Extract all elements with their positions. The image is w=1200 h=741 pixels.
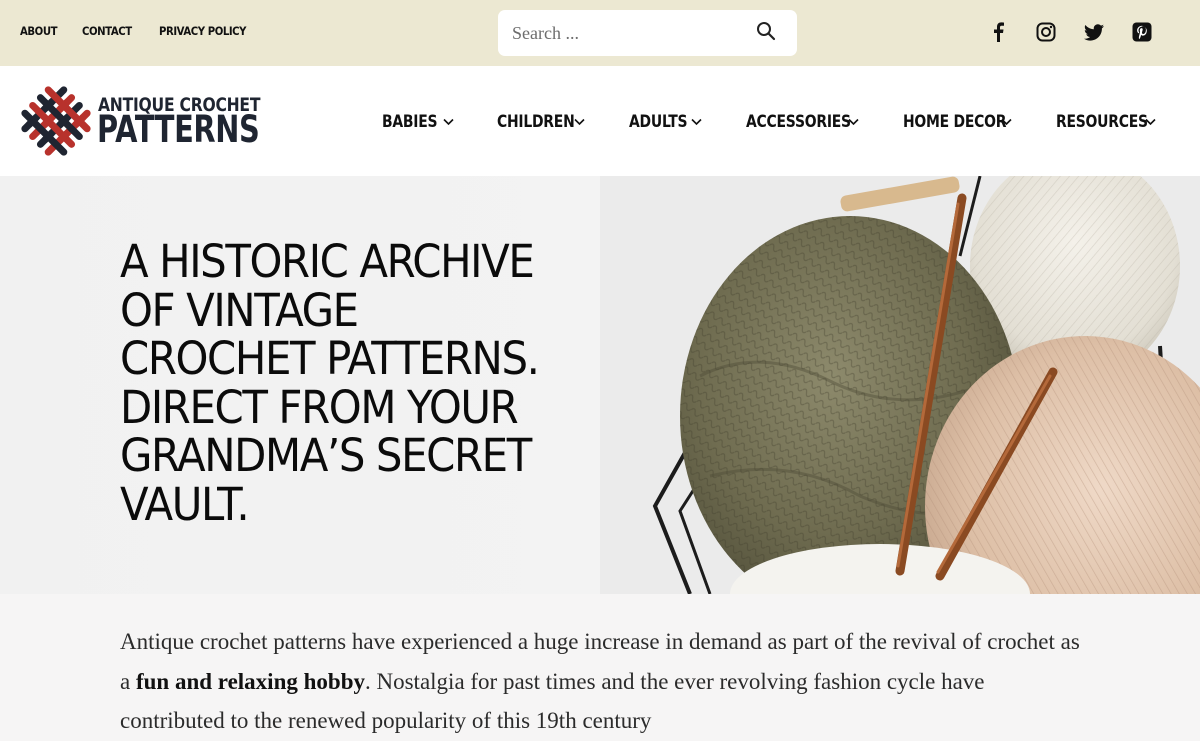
search-input[interactable] [512,20,742,46]
hero-heading-line: GRANDMA’S SECRET [120,429,532,482]
nav-label: ACCESSORIES [746,112,851,132]
search-box [498,10,797,56]
nav-children[interactable]: CHILDREN [497,112,592,132]
nav-resources[interactable]: RESOURCES [1056,112,1168,132]
chevron-down-icon [574,118,585,126]
top-links: ABOUT CONTACT PRIVACY POLICY [20,24,258,38]
chevron-down-icon [848,118,859,126]
chevron-down-icon [1001,118,1012,126]
about-link[interactable]: ABOUT [20,24,58,38]
privacy-policy-link[interactable]: PRIVACY POLICY [159,24,247,38]
nav-label: BABIES [382,112,438,132]
top-bar: ABOUT CONTACT PRIVACY POLICY [0,0,1200,66]
intro-paragraph: Antique crochet patterns have experience… [120,622,1080,741]
nav-home-decor[interactable]: HOME DECOR [903,112,1029,132]
hero-heading-line: CROCHET PATTERNS. [120,332,540,385]
logo-weave-icon [21,86,91,156]
hero-heading-line: VAULT. [120,477,250,531]
instagram-icon[interactable] [1034,20,1058,44]
hero-heading: A HISTORIC ARCHIVE OF VINTAGE CROCHET PA… [120,235,590,531]
nav-label: RESOURCES [1056,112,1148,132]
nav-babies[interactable]: BABIES [382,112,454,132]
site-header: ANTIQUE CROCHET PATTERNS BABIES CHILDREN… [0,66,1200,176]
hero-heading-line: OF VINTAGE [120,283,359,337]
hero-banner: A HISTORIC ARCHIVE OF VINTAGE CROCHET PA… [0,176,1200,594]
chevron-down-icon [443,118,454,126]
nav-label: ADULTS [629,112,688,132]
intro-bold-text: fun and relaxing hobby [135,668,365,694]
hero-heading-line: A HISTORIC ARCHIVE [120,235,535,288]
nav-adults[interactable]: ADULTS [629,112,702,132]
chevron-down-icon [1145,118,1156,126]
nav-label: CHILDREN [497,112,575,132]
facebook-icon[interactable] [986,20,1010,44]
site-logo[interactable]: ANTIQUE CROCHET PATTERNS [18,84,260,158]
hero-heading-line: DIRECT FROM YOUR [120,380,519,434]
logo-title-line2: PATTERNS [97,108,260,151]
nav-accessories[interactable]: ACCESSORIES [746,112,874,132]
chevron-down-icon [691,118,702,126]
nav-label: HOME DECOR [903,112,1007,132]
contact-link[interactable]: CONTACT [82,24,132,38]
pinterest-icon[interactable] [1130,20,1154,44]
search-icon[interactable] [754,19,778,43]
twitter-icon[interactable] [1082,20,1106,44]
